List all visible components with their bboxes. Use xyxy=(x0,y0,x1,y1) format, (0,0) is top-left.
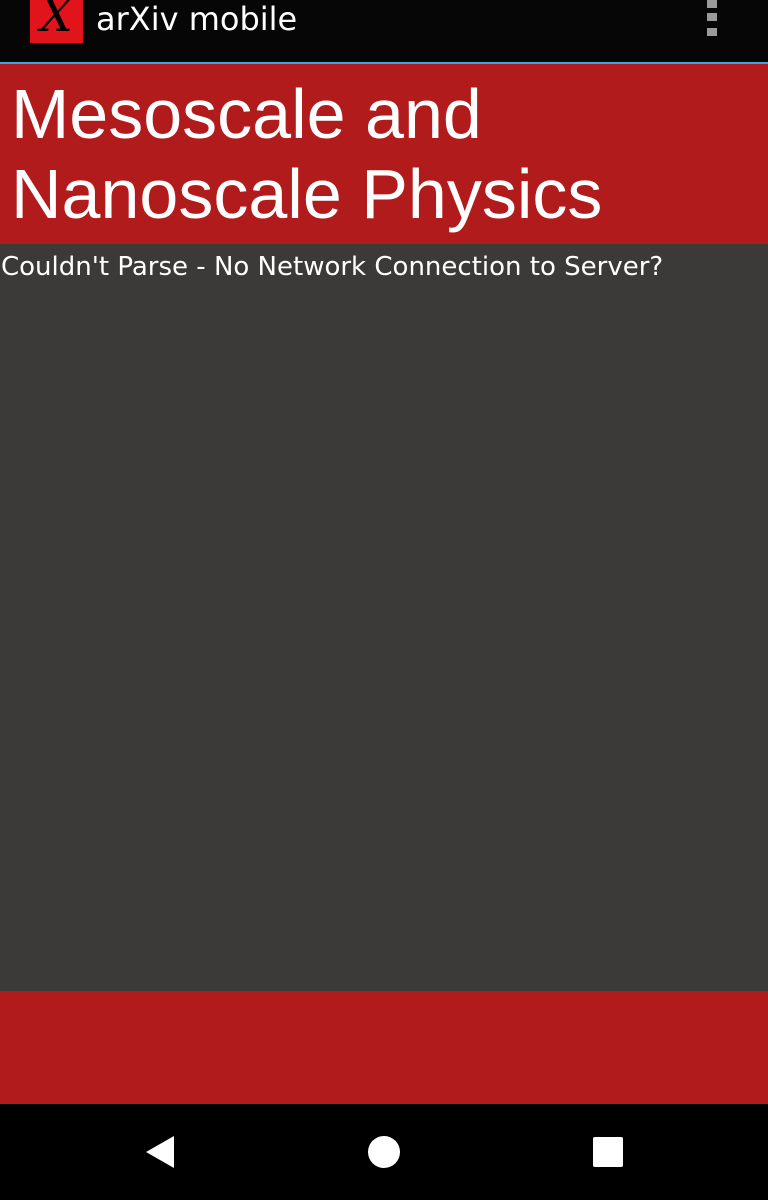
back-button[interactable] xyxy=(128,1120,192,1184)
overflow-menu-icon-dot xyxy=(707,13,717,21)
category-title: Mesoscale and Nanoscale Physics xyxy=(11,75,603,233)
recents-square-icon xyxy=(593,1137,623,1167)
overflow-menu-icon xyxy=(707,0,717,8)
error-message: Couldn't Parse - No Network Connection t… xyxy=(1,252,664,282)
back-triangle-icon xyxy=(146,1136,174,1168)
home-button[interactable] xyxy=(352,1120,416,1184)
overflow-menu-button[interactable] xyxy=(700,0,724,40)
arxiv-logo: X xyxy=(30,0,83,43)
recents-button[interactable] xyxy=(576,1120,640,1184)
arxiv-logo-letter: X xyxy=(40,0,73,42)
home-circle-icon xyxy=(368,1136,400,1168)
overflow-menu-icon-dot xyxy=(707,28,717,36)
article-list-area[interactable] xyxy=(0,244,768,991)
app-title: arXiv mobile xyxy=(96,0,298,38)
footer-band xyxy=(0,991,768,1104)
